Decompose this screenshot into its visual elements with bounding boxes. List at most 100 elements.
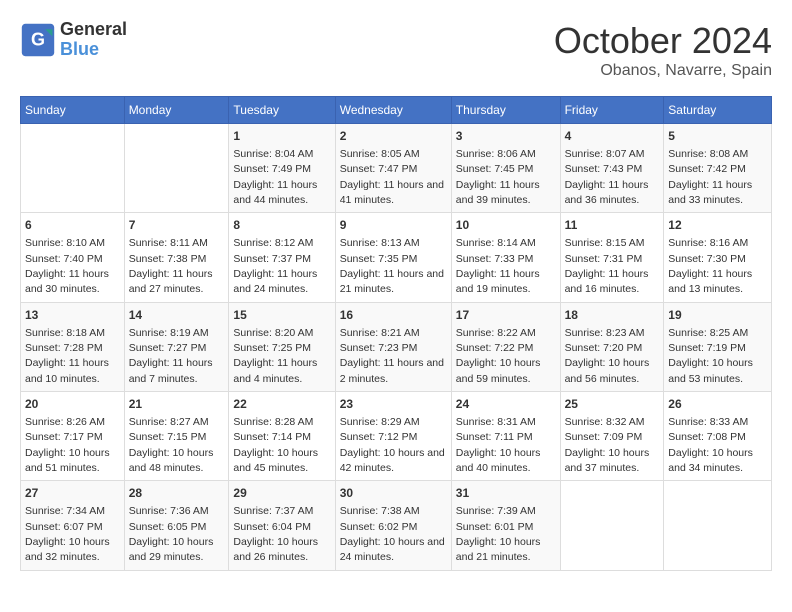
day-cell: 17 Sunrise: 8:22 AMSunset: 7:22 PMDayligh… xyxy=(451,302,560,391)
day-cell: 21 Sunrise: 8:27 AMSunset: 7:15 PMDayligh… xyxy=(124,392,229,481)
day-cell: 26 Sunrise: 8:33 AMSunset: 7:08 PMDayligh… xyxy=(664,392,772,481)
header-wednesday: Wednesday xyxy=(335,97,451,124)
day-cell: 7 Sunrise: 8:11 AMSunset: 7:38 PMDaylight… xyxy=(124,213,229,302)
day-cell: 18 Sunrise: 8:23 AMSunset: 7:20 PMDayligh… xyxy=(560,302,664,391)
day-number: 6 xyxy=(25,217,120,234)
day-info: Sunrise: 7:39 AMSunset: 6:01 PMDaylight:… xyxy=(456,505,541,563)
header-thursday: Thursday xyxy=(451,97,560,124)
day-info: Sunrise: 8:22 AMSunset: 7:22 PMDaylight:… xyxy=(456,327,541,385)
day-number: 14 xyxy=(129,307,225,324)
day-number: 11 xyxy=(565,217,660,234)
day-number: 7 xyxy=(129,217,225,234)
day-number: 17 xyxy=(456,307,556,324)
day-cell: 27 Sunrise: 7:34 AMSunset: 6:07 PMDayligh… xyxy=(21,481,125,570)
day-number: 13 xyxy=(25,307,120,324)
day-info: Sunrise: 8:23 AMSunset: 7:20 PMDaylight:… xyxy=(565,327,650,385)
day-cell: 4 Sunrise: 8:07 AMSunset: 7:43 PMDaylight… xyxy=(560,124,664,213)
day-info: Sunrise: 8:19 AMSunset: 7:27 PMDaylight:… xyxy=(129,327,213,385)
day-number: 20 xyxy=(25,396,120,413)
day-info: Sunrise: 8:07 AMSunset: 7:43 PMDaylight:… xyxy=(565,148,649,206)
day-number: 27 xyxy=(25,485,120,502)
header-tuesday: Tuesday xyxy=(229,97,335,124)
day-number: 3 xyxy=(456,128,556,145)
day-cell xyxy=(560,481,664,570)
day-number: 29 xyxy=(233,485,330,502)
day-cell: 20 Sunrise: 8:26 AMSunset: 7:17 PMDayligh… xyxy=(21,392,125,481)
header-saturday: Saturday xyxy=(664,97,772,124)
location: Obanos, Navarre, Spain xyxy=(554,62,772,80)
day-number: 5 xyxy=(668,128,767,145)
day-number: 2 xyxy=(340,128,447,145)
day-info: Sunrise: 8:32 AMSunset: 7:09 PMDaylight:… xyxy=(565,416,650,474)
day-info: Sunrise: 8:14 AMSunset: 7:33 PMDaylight:… xyxy=(456,237,540,295)
day-number: 25 xyxy=(565,396,660,413)
day-cell: 16Sunrise: 8:21 AMSunset: 7:23 PMDayligh… xyxy=(335,302,451,391)
day-info: Sunrise: 8:31 AMSunset: 7:11 PMDaylight:… xyxy=(456,416,541,474)
day-info: Sunrise: 8:06 AMSunset: 7:45 PMDaylight:… xyxy=(456,148,540,206)
day-cell: 13 Sunrise: 8:18 AMSunset: 7:28 PMDayligh… xyxy=(21,302,125,391)
day-info: Sunrise: 8:18 AMSunset: 7:28 PMDaylight:… xyxy=(25,327,109,385)
day-cell: 1 Sunrise: 8:04 AMSunset: 7:49 PMDaylight… xyxy=(229,124,335,213)
header-row: SundayMondayTuesdayWednesdayThursdayFrid… xyxy=(21,97,772,124)
calendar-body: 1 Sunrise: 8:04 AMSunset: 7:49 PMDaylight… xyxy=(21,124,772,571)
day-info: Sunrise: 8:25 AMSunset: 7:19 PMDaylight:… xyxy=(668,327,753,385)
calendar-header: SundayMondayTuesdayWednesdayThursdayFrid… xyxy=(21,97,772,124)
week-row-0: 1 Sunrise: 8:04 AMSunset: 7:49 PMDaylight… xyxy=(21,124,772,213)
day-cell: 6 Sunrise: 8:10 AMSunset: 7:40 PMDaylight… xyxy=(21,213,125,302)
day-number: 1 xyxy=(233,128,330,145)
day-info: Sunrise: 8:15 AMSunset: 7:31 PMDaylight:… xyxy=(565,237,649,295)
day-cell: 14 Sunrise: 8:19 AMSunset: 7:27 PMDayligh… xyxy=(124,302,229,391)
svg-text:G: G xyxy=(31,29,45,49)
day-cell: 8Sunrise: 8:12 AMSunset: 7:37 PMDaylight… xyxy=(229,213,335,302)
day-info: Sunrise: 8:26 AMSunset: 7:17 PMDaylight:… xyxy=(25,416,110,474)
day-cell: 25 Sunrise: 8:32 AMSunset: 7:09 PMDayligh… xyxy=(560,392,664,481)
day-cell: 22 Sunrise: 8:28 AMSunset: 7:14 PMDayligh… xyxy=(229,392,335,481)
day-info: Sunrise: 8:05 AMSunset: 7:47 PMDaylight:… xyxy=(340,148,444,206)
day-info: Sunrise: 8:04 AMSunset: 7:49 PMDaylight:… xyxy=(233,148,317,206)
day-number: 22 xyxy=(233,396,330,413)
day-cell: 11 Sunrise: 8:15 AMSunset: 7:31 PMDayligh… xyxy=(560,213,664,302)
day-info: Sunrise: 7:34 AMSunset: 6:07 PMDaylight:… xyxy=(25,505,110,563)
day-number: 9 xyxy=(340,217,447,234)
day-cell: 31 Sunrise: 7:39 AMSunset: 6:01 PMDayligh… xyxy=(451,481,560,570)
day-info: Sunrise: 8:28 AMSunset: 7:14 PMDaylight:… xyxy=(233,416,318,474)
logo-line1: General xyxy=(60,20,127,40)
day-number: 21 xyxy=(129,396,225,413)
day-number: 28 xyxy=(129,485,225,502)
week-row-4: 27 Sunrise: 7:34 AMSunset: 6:07 PMDayligh… xyxy=(21,481,772,570)
month-title: October 2024 xyxy=(554,20,772,62)
day-cell: 30 Sunrise: 7:38 AMSunset: 6:02 PMDayligh… xyxy=(335,481,451,570)
week-row-2: 13 Sunrise: 8:18 AMSunset: 7:28 PMDayligh… xyxy=(21,302,772,391)
day-number: 10 xyxy=(456,217,556,234)
day-number: 15 xyxy=(233,307,330,324)
day-cell: 5Sunrise: 8:08 AMSunset: 7:42 PMDaylight… xyxy=(664,124,772,213)
header-friday: Friday xyxy=(560,97,664,124)
title-block: October 2024 Obanos, Navarre, Spain xyxy=(554,20,772,80)
header-sunday: Sunday xyxy=(21,97,125,124)
day-info: Sunrise: 7:37 AMSunset: 6:04 PMDaylight:… xyxy=(233,505,318,563)
week-row-3: 20 Sunrise: 8:26 AMSunset: 7:17 PMDayligh… xyxy=(21,392,772,481)
day-info: Sunrise: 7:38 AMSunset: 6:02 PMDaylight:… xyxy=(340,505,445,563)
day-number: 12 xyxy=(668,217,767,234)
day-cell: 9Sunrise: 8:13 AMSunset: 7:35 PMDaylight… xyxy=(335,213,451,302)
day-number: 26 xyxy=(668,396,767,413)
day-cell xyxy=(21,124,125,213)
day-number: 18 xyxy=(565,307,660,324)
day-info: Sunrise: 8:10 AMSunset: 7:40 PMDaylight:… xyxy=(25,237,109,295)
day-number: 8 xyxy=(233,217,330,234)
page-header: G General Blue October 2024 Obanos, Nava… xyxy=(20,20,772,80)
day-number: 24 xyxy=(456,396,556,413)
day-number: 16 xyxy=(340,307,447,324)
day-number: 30 xyxy=(340,485,447,502)
logo: G General Blue xyxy=(20,20,127,60)
day-info: Sunrise: 8:27 AMSunset: 7:15 PMDaylight:… xyxy=(129,416,214,474)
day-cell: 23Sunrise: 8:29 AMSunset: 7:12 PMDayligh… xyxy=(335,392,451,481)
week-row-1: 6 Sunrise: 8:10 AMSunset: 7:40 PMDaylight… xyxy=(21,213,772,302)
day-info: Sunrise: 7:36 AMSunset: 6:05 PMDaylight:… xyxy=(129,505,214,563)
day-info: Sunrise: 8:33 AMSunset: 7:08 PMDaylight:… xyxy=(668,416,753,474)
day-cell: 28 Sunrise: 7:36 AMSunset: 6:05 PMDayligh… xyxy=(124,481,229,570)
logo-icon: G xyxy=(20,22,56,58)
day-number: 4 xyxy=(565,128,660,145)
day-number: 31 xyxy=(456,485,556,502)
day-info: Sunrise: 8:11 AMSunset: 7:38 PMDaylight:… xyxy=(129,237,213,295)
